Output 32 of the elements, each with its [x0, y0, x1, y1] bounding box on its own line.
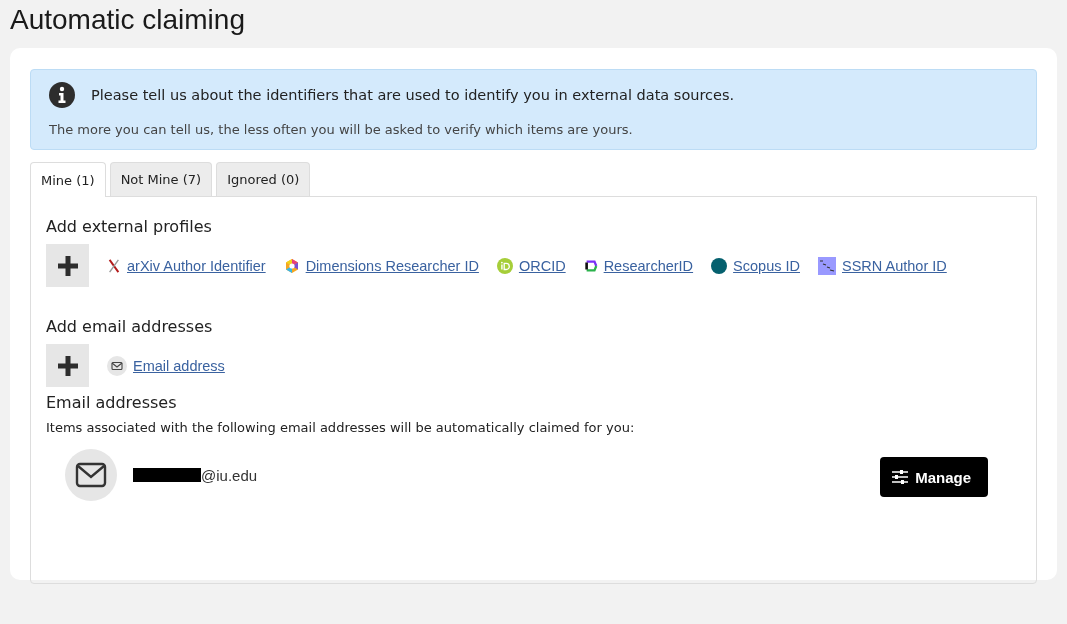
add-button[interactable] [46, 244, 89, 287]
profile-link[interactable]: ResearcherID [603, 257, 694, 274]
info-text: The more you can tell us, the less often you will be asked to verify which items are yours. [49, 122, 634, 137]
section-heading: Email addresses [46, 393, 178, 412]
tab[interactable]: Mine (1) [30, 162, 106, 197]
description-text: Items associated with the following email addresses will be automatically claimed for you: [46, 420, 636, 435]
info-icon [49, 82, 75, 108]
section-heading: Add email addresses [46, 317, 214, 336]
profile-link[interactable]: Dimensions Researcher ID [305, 257, 479, 274]
envelope-icon [107, 355, 127, 376]
profile-link[interactable]: ORCID [518, 257, 566, 274]
orcid-icon [496, 257, 513, 274]
add-button[interactable] [46, 344, 89, 387]
hexagon-icon [283, 257, 300, 274]
plus-icon [55, 253, 80, 278]
profile-link[interactable]: SSRN Author ID [842, 257, 947, 274]
sliders-icon [891, 469, 910, 485]
email-text: @iu.edu [201, 466, 258, 484]
page-title: Automatic claiming [10, 4, 246, 36]
profile-link[interactable]: Scopus ID [733, 257, 800, 274]
circle-icon [711, 257, 728, 274]
chevron-logo-icon [583, 257, 598, 274]
x-mark-icon [107, 257, 121, 274]
manage-button[interactable]: Manage [880, 457, 988, 497]
plus-icon [55, 353, 80, 378]
tab[interactable]: Ignored (0) [216, 162, 311, 196]
tab[interactable]: Not Mine (7) [109, 162, 213, 196]
profile-link[interactable]: Email address [133, 357, 225, 374]
section-heading: Add external profiles [46, 217, 213, 236]
profile-link[interactable]: arXiv Author Identifier [127, 257, 266, 274]
info-heading: Please tell us about the identifiers that are used to identify you in external data sources. [91, 87, 735, 103]
ssrn-tile-icon [818, 256, 836, 275]
